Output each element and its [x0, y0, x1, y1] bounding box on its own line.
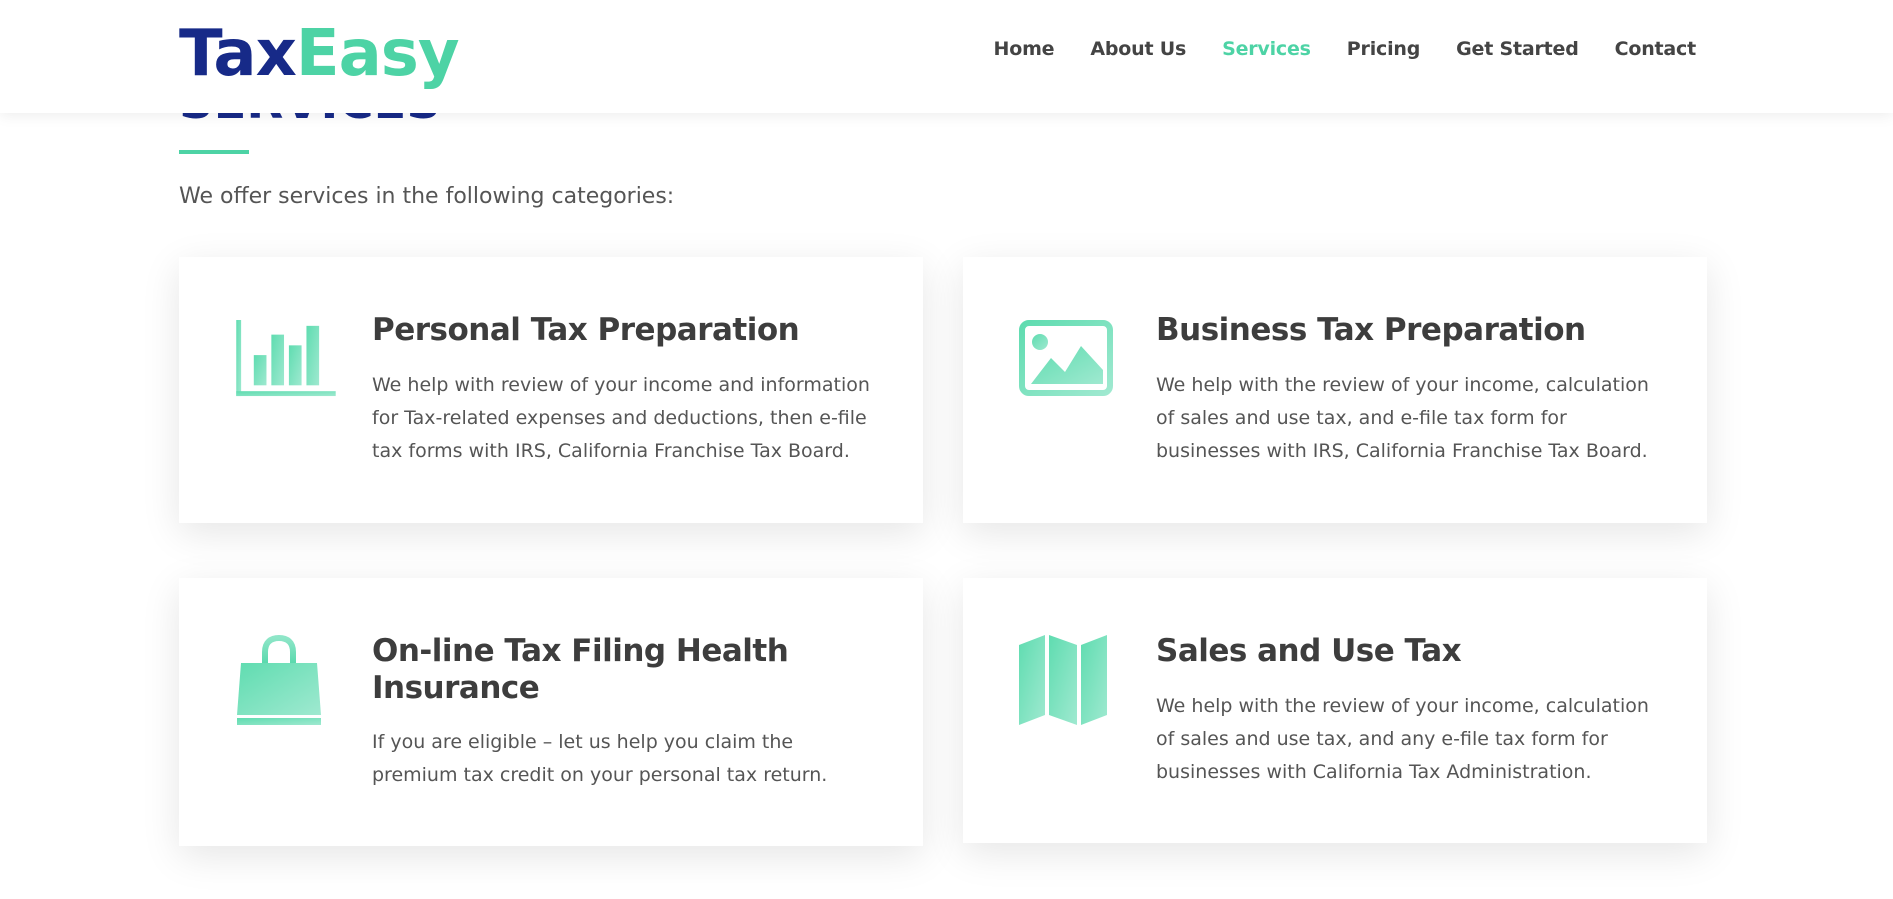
logo-tax: Tax [179, 17, 297, 91]
card-title: Business Tax Preparation [1156, 312, 1586, 348]
card-title: On-line Tax Filing Health Insurance [372, 633, 789, 706]
nav-services[interactable]: Services [1222, 38, 1311, 60]
service-card-business-tax: Business Tax Preparation We help with th… [963, 257, 1707, 523]
service-card-personal-tax: Personal Tax Preparation We help with re… [179, 257, 923, 523]
nav-about-us[interactable]: About Us [1090, 38, 1186, 60]
shopping-bag-icon [237, 635, 321, 725]
logo[interactable]: TaxEasy [179, 22, 460, 86]
logo-easy: Easy [295, 17, 460, 91]
card-text: We help with the review of your income, … [1156, 374, 1649, 462]
card-title: Sales and Use Tax [1156, 633, 1462, 669]
card-title: Personal Tax Preparation [372, 312, 800, 348]
image-icon [1019, 320, 1113, 396]
site-header: TaxEasy Home About Us Services Pricing G… [0, 0, 1893, 113]
nav-contact[interactable]: Contact [1615, 38, 1697, 60]
service-card-health-insurance: On-line Tax Filing Health Insurance If y… [179, 578, 923, 846]
main-nav: Home About Us Services Pricing Get Start… [958, 38, 1697, 60]
intro-text: We offer services in the following categ… [179, 184, 675, 209]
map-icon [1019, 635, 1107, 725]
nav-home[interactable]: Home [994, 38, 1055, 60]
service-card-sales-use-tax: Sales and Use Tax We help with the revie… [963, 578, 1707, 843]
nav-pricing[interactable]: Pricing [1347, 38, 1421, 60]
title-underline [179, 150, 249, 154]
card-text: We help with the review of your income, … [1156, 695, 1649, 783]
nav-get-started[interactable]: Get Started [1456, 38, 1579, 60]
card-text: We help with review of your income and i… [372, 374, 870, 462]
card-text: If you are eligible – let us help you cl… [372, 731, 828, 786]
bar-chart-icon [236, 320, 336, 397]
